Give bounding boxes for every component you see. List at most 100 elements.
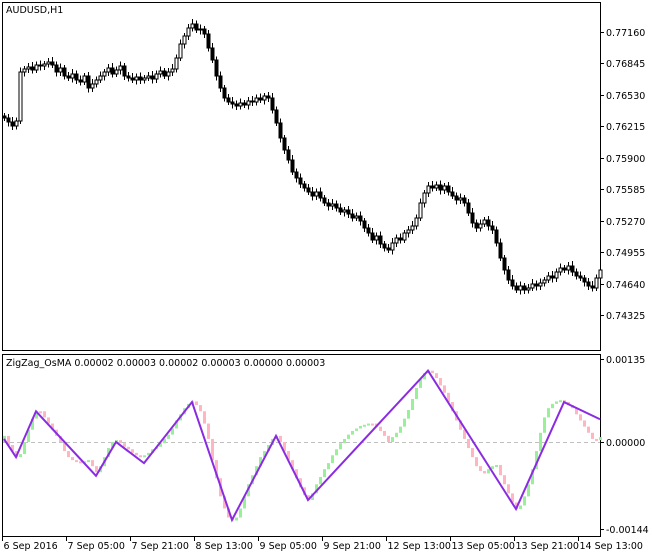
histogram-bar-down [71,457,74,461]
bull-candle-body [186,27,191,37]
histogram-bar-down [123,443,126,447]
bull-candle-body [170,68,175,73]
histogram-bar-up [399,426,402,433]
histogram-bar-down [587,426,590,433]
bull-candle-body [190,23,195,29]
bull-candle-body [82,75,87,83]
price-tick-label: 0.74640 [606,280,645,291]
bear-candle-body [2,115,7,119]
bear-candle-body [346,209,351,215]
histogram-bar-down [475,457,478,467]
bear-candle-body [210,47,215,61]
bear-candle-body [334,203,339,209]
bull-candle-body [34,64,39,71]
histogram-bar-down [119,440,122,444]
bear-candle-body [386,247,391,251]
histogram-bar-down [131,449,134,453]
bear-candle-body [398,237,403,241]
histogram-bar-up [551,403,554,409]
histogram-bar-down [435,373,438,379]
bear-candle-body [550,275,555,279]
bear-candle-body [214,59,219,77]
histogram-bar-down [67,451,70,458]
indicator-title: ZigZag_OsMA 0.00002 0.00003 0.00002 0.00… [6,358,325,369]
histogram-bar-up [559,400,562,403]
price-tick-label: 0.76215 [606,122,645,133]
bear-candle-body [30,66,35,71]
bull-candle-body [90,83,95,89]
histogram-bar-up [87,460,90,463]
bear-candle-body [490,225,495,231]
histogram-bar-up [519,505,522,510]
bear-candle-body [282,137,287,151]
histogram-bar-up [391,437,394,442]
histogram-bar-down [39,411,42,414]
bear-candle-body [230,101,235,105]
bull-candle-body [518,285,523,291]
histogram-bar-up [411,398,414,411]
bear-candle-body [522,285,527,291]
histogram-bar-up [143,455,146,458]
bear-candle-body [302,183,307,189]
bull-candle-body [98,75,103,81]
histogram-bar-up [339,443,342,450]
indicator-pane[interactable] [2,354,601,537]
histogram-bar-down [591,432,594,439]
bull-candle-body [262,95,267,101]
bear-candle-body [250,100,255,103]
bull-candle-body [410,225,415,231]
bear-candle-body [278,122,283,139]
bear-candle-body [562,267,567,271]
bull-candle-body [198,28,203,31]
bull-candle-body [22,68,27,73]
time-tick-label: 12 Sep 13:00 [388,541,451,552]
histogram-bar-up [487,469,490,474]
bull-candle-body [134,76,139,81]
bear-candle-body [6,117,11,123]
bull-candle-body [238,102,243,107]
bull-candle-body [414,217,419,227]
bull-candle-body [526,287,531,291]
bear-candle-body [506,269,511,281]
bear-candle-body [66,75,71,79]
bull-candle-body [530,283,535,289]
bear-candle-body [366,227,371,234]
histogram-bar-down [207,423,210,439]
bear-candle-body [274,109,279,124]
bull-candle-body [14,120,19,127]
price-tick-label: 0.75900 [606,154,645,165]
histogram-bar-down [471,448,474,458]
histogram-bar-up [599,437,602,441]
time-tick-label: 14 Sep 13:00 [580,541,643,552]
histogram-bar-down [503,475,506,485]
histogram-bar-down [499,464,502,476]
bear-candle-body [430,185,435,189]
bear-candle-body [534,283,539,287]
histogram-bar-down [383,430,386,436]
bull-candle-body [374,235,379,241]
histogram-bar-up [523,496,526,506]
bull-candle-body [402,232,407,241]
bear-candle-body [110,67,115,75]
candle [18,67,23,124]
time-tick-label: 9 Sep 21:00 [324,541,381,552]
bear-candle-body [74,73,79,81]
bear-candle-body [306,187,311,193]
histogram-bar-down [479,466,482,471]
symbol-title: AUDUSD,H1 [6,5,63,16]
price-pane[interactable] [2,2,601,351]
bear-candle-body [38,64,43,67]
bull-candle-body [542,279,547,284]
histogram-bar-up [415,387,418,399]
bull-candle-body [330,203,335,207]
bull-candle-body [458,197,463,201]
bear-candle-body [86,75,91,89]
trading-chart[interactable]: AUDUSD,H1 ZigZag_OsMA 0.00002 0.00003 0.… [0,0,652,555]
bull-candle-body [442,185,447,191]
bull-candle-body [594,277,599,289]
bear-candle-body [486,219,491,227]
bear-candle-body [358,215,363,222]
bear-candle-body [574,271,579,277]
bull-candle-body [146,75,151,79]
histogram-bar-up [323,469,326,478]
